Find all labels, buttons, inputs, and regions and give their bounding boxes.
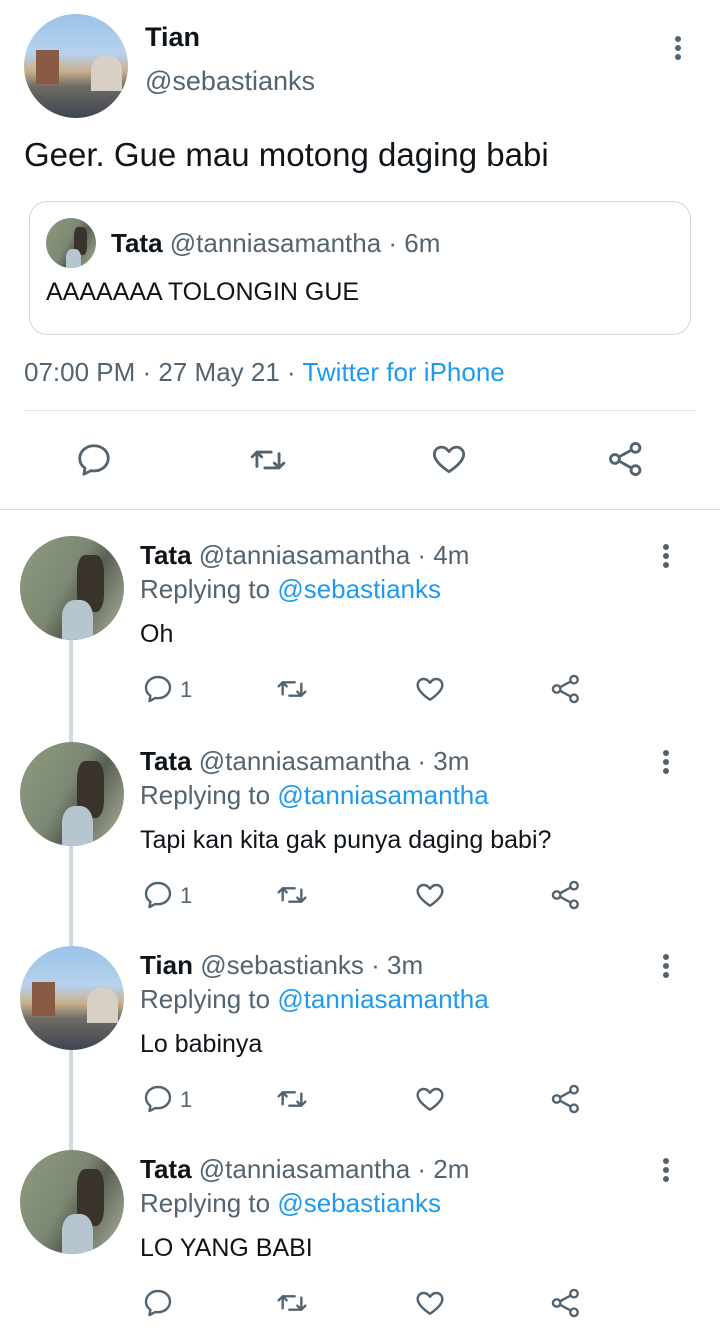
replying-to-label: Replying to (140, 574, 271, 604)
reply-header: Tata @tanniasamantha · 4m (140, 540, 469, 571)
retweet-icon[interactable] (275, 673, 309, 705)
reply-author-name[interactable]: Tian (140, 950, 193, 980)
reply-author-handle[interactable]: @tanniasamantha (199, 746, 410, 776)
tweet-text: Geer. Gue mau motong daging babi (24, 136, 549, 173)
reply-author-name[interactable]: Tata (140, 1154, 192, 1184)
replying-to: Replying to @tanniasamantha (140, 984, 489, 1015)
reply-avatar[interactable] (20, 742, 124, 846)
tweet-source[interactable]: Twitter for iPhone (302, 357, 504, 387)
author-avatar[interactable] (24, 14, 128, 118)
tweet-timestamp: 07:00 PM · 27 May 21 · (24, 357, 296, 387)
replying-to-label: Replying to (140, 984, 271, 1014)
more-vertical-icon[interactable] (674, 36, 682, 63)
reply-author-name[interactable]: Tata (140, 746, 192, 776)
section-divider (0, 509, 720, 510)
reply-avatar[interactable] (20, 946, 124, 1050)
reply-icon[interactable] (142, 673, 174, 705)
reply-text: Oh (140, 620, 174, 648)
replying-to: Replying to @sebastianks (140, 1188, 441, 1219)
replying-to-handle[interactable]: @sebastianks (277, 1188, 441, 1218)
replying-to-handle[interactable]: @tanniasamantha (277, 984, 488, 1014)
reply-avatar[interactable] (20, 536, 124, 640)
tweet-meta: 07:00 PM · 27 May 21 · Twitter for iPhon… (24, 357, 505, 388)
reply-text: LO YANG BABI (140, 1234, 313, 1262)
reply-header: Tata @tanniasamantha · 3m (140, 746, 469, 777)
replying-to-handle[interactable]: @sebastianks (277, 574, 441, 604)
quote-text: AAAAAAA TOLONGIN GUE (46, 278, 360, 306)
reply-time: · 3m (417, 746, 470, 776)
reply-icon[interactable] (142, 1083, 174, 1115)
share-icon[interactable] (606, 440, 646, 478)
reply-author-handle[interactable]: @tanniasamantha (199, 1154, 410, 1184)
share-icon[interactable] (549, 1287, 583, 1319)
quote-author-name: Tata (111, 228, 163, 258)
heart-icon[interactable] (413, 1287, 447, 1319)
reply-tweet[interactable]: Tata @tanniasamantha · 3m Replying to @t… (0, 742, 720, 942)
replying-to-handle[interactable]: @tanniasamantha (277, 780, 488, 810)
heart-icon[interactable] (429, 440, 469, 478)
author-name[interactable]: Tian (145, 22, 200, 53)
reply-header: Tian @sebastianks · 3m (140, 950, 423, 981)
author-handle[interactable]: @sebastianks (145, 66, 315, 97)
reply-header: Tata @tanniasamantha · 2m (140, 1154, 469, 1185)
retweet-icon[interactable] (248, 441, 288, 479)
reply-author-handle[interactable]: @tanniasamantha (199, 540, 410, 570)
reply-avatar[interactable] (20, 1150, 124, 1254)
retweet-icon[interactable] (275, 1287, 309, 1319)
share-icon[interactable] (549, 1083, 583, 1115)
reply-text: Tapi kan kita gak punya daging babi? (140, 826, 552, 854)
reply-text: Lo babinya (140, 1030, 263, 1058)
reply-count: 1 (180, 1087, 193, 1112)
reply-icon[interactable] (142, 879, 174, 911)
retweet-icon[interactable] (275, 1083, 309, 1115)
quote-avatar (46, 218, 96, 268)
more-vertical-icon[interactable] (662, 544, 670, 571)
reply-count: 1 (180, 677, 193, 702)
reply-icon[interactable] (142, 1287, 174, 1319)
more-vertical-icon[interactable] (662, 750, 670, 777)
divider (24, 410, 696, 411)
reply-count: 1 (180, 883, 193, 908)
replying-to-label: Replying to (140, 780, 271, 810)
retweet-icon[interactable] (275, 879, 309, 911)
share-icon[interactable] (549, 879, 583, 911)
heart-icon[interactable] (413, 673, 447, 705)
reply-tweet[interactable]: Tata @tanniasamantha · 2m Replying to @s… (0, 1150, 720, 1331)
reply-tweet[interactable]: Tata @tanniasamantha · 4m Replying to @s… (0, 536, 720, 736)
reply-author-handle[interactable]: @sebastianks (200, 950, 364, 980)
heart-icon[interactable] (413, 879, 447, 911)
quoted-tweet[interactable]: Tata @tanniasamantha · 6m AAAAAAA TOLONG… (29, 201, 691, 335)
heart-icon[interactable] (413, 1083, 447, 1115)
reply-time: · 4m (417, 540, 470, 570)
share-icon[interactable] (549, 673, 583, 705)
reply-icon[interactable] (75, 441, 113, 479)
reply-author-name[interactable]: Tata (140, 540, 192, 570)
more-vertical-icon[interactable] (662, 1158, 670, 1185)
reply-tweet[interactable]: Tian @sebastianks · 3m Replying to @tann… (0, 946, 720, 1146)
main-tweet: Tian @sebastianks Geer. Gue mau motong d… (0, 0, 720, 510)
replying-to-label: Replying to (140, 1188, 271, 1218)
replying-to: Replying to @sebastianks (140, 574, 441, 605)
replying-to: Replying to @tanniasamantha (140, 780, 489, 811)
quote-author-handle: @tanniasamantha (169, 228, 382, 258)
reply-time: · 3m (371, 950, 424, 980)
more-vertical-icon[interactable] (662, 954, 670, 981)
quote-time: · 6m (388, 228, 441, 258)
reply-time: · 2m (417, 1154, 470, 1184)
quote-header: Tata @tanniasamantha · 6m (111, 228, 440, 259)
